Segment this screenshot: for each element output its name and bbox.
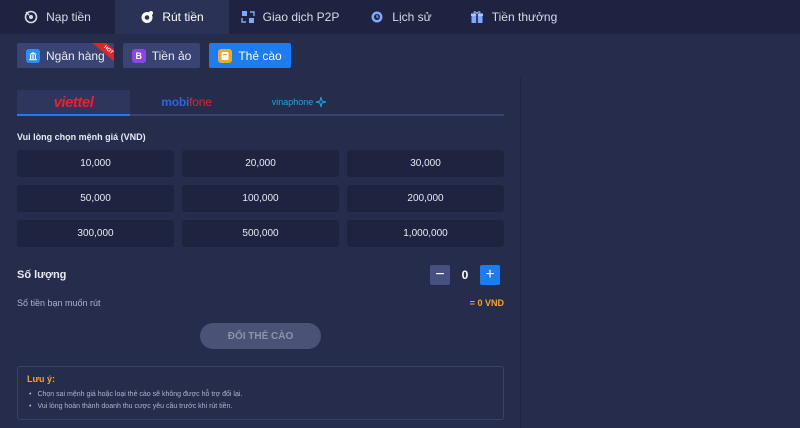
vinaphone-star-icon <box>316 96 327 108</box>
tab-rut-tien[interactable]: Rút tiền <box>115 0 229 34</box>
note-item: Chọn sai mệnh giá hoặc loại thẻ cào sẽ k… <box>27 389 494 401</box>
quantity-stepper: − 0 + <box>430 264 500 286</box>
denomination-option[interactable]: 100,000 <box>182 185 339 212</box>
tab-giao-dich-p2p[interactable]: Giao dịch P2P <box>229 0 351 34</box>
carrier-vinaphone[interactable]: vinaphone <box>243 90 356 114</box>
denomination-option[interactable]: 1,000,000 <box>347 220 504 247</box>
exchange-card-button[interactable]: ĐỔI THẺ CÀO <box>200 323 321 349</box>
denomination-option[interactable]: 10,000 <box>17 150 174 177</box>
vinaphone-logo: vinaphone <box>272 96 328 108</box>
p2p-transfer-icon <box>240 10 255 24</box>
tab-label: Tiền thưởng <box>491 10 558 24</box>
quantity-value[interactable]: 0 <box>452 268 478 282</box>
denomination-option[interactable]: 50,000 <box>17 185 174 212</box>
note-box: Lưu ý: Chọn sai mệnh giá hoặc loại thẻ c… <box>17 366 504 420</box>
increment-button[interactable]: + <box>480 265 500 285</box>
coin-deposit-icon <box>24 10 38 24</box>
denomination-option[interactable]: 30,000 <box>347 150 504 177</box>
side-panel <box>521 78 800 428</box>
coin-withdraw-icon <box>140 10 154 24</box>
note-title: Lưu ý: <box>27 374 56 384</box>
mobifone-logo: mobifone <box>161 95 212 109</box>
note-list: Chọn sai mệnh giá hoặc loại thẻ cào sẽ k… <box>27 389 494 413</box>
tab-label: Giao dịch P2P <box>262 10 340 24</box>
tab-label: Lịch sử <box>392 10 432 24</box>
scratch-card-icon <box>218 48 233 63</box>
quantity-label: Số lượng <box>17 269 67 281</box>
tab-lich-su[interactable]: Lịch sử <box>351 0 451 34</box>
withdraw-method-tabs: Ngân hàng HOT B Tiền ảo Thẻ cào <box>17 43 291 68</box>
subtab-label: Thẻ cào <box>238 48 282 63</box>
tab-nap-tien[interactable]: Nạp tiền <box>0 0 115 34</box>
clock-history-icon <box>370 10 384 24</box>
decrement-button[interactable]: − <box>430 265 450 285</box>
tab-label: Rút tiền <box>162 10 204 24</box>
subtab-the-cao[interactable]: Thẻ cào <box>209 43 291 68</box>
subtab-label: Ngân hàng <box>46 48 105 63</box>
mobifone-logo-part: fone <box>189 95 212 109</box>
carrier-tabs: viettel mobifone vinaphone <box>17 90 504 116</box>
carrier-mobifone[interactable]: mobifone <box>130 90 243 114</box>
bank-icon <box>26 48 40 63</box>
tab-label: Nạp tiền <box>46 10 91 24</box>
top-tab-bar: Nạp tiền Rút tiền Giao dịch P2P Lịch sử … <box>0 0 800 34</box>
viettel-logo: viettel <box>53 93 94 111</box>
denomination-option[interactable]: 20,000 <box>182 150 339 177</box>
withdraw-amount-value: = 0 VND <box>469 298 504 308</box>
tab-tien-thuong[interactable]: Tiền thưởng <box>451 0 576 34</box>
denomination-option[interactable]: 500,000 <box>182 220 339 247</box>
gift-icon <box>470 10 484 24</box>
subtab-tien-ao[interactable]: B Tiền ảo <box>122 43 201 68</box>
bitcoin-icon: B <box>131 48 146 63</box>
mobifone-logo-part: mobi <box>161 95 190 109</box>
subtab-ngan-hang[interactable]: Ngân hàng HOT <box>17 43 114 68</box>
carrier-viettel[interactable]: viettel <box>17 90 130 116</box>
note-item: Vui lòng hoàn thành doanh thu cược yêu c… <box>27 401 494 413</box>
denomination-label: Vui lòng chọn mệnh giá (VND) <box>17 132 146 142</box>
subtab-label: Tiền ảo <box>151 48 192 63</box>
denomination-grid: 10,000 20,000 30,000 50,000 100,000 200,… <box>17 150 504 247</box>
withdraw-amount-label: Số tiền bạn muốn rút <box>17 298 101 308</box>
denomination-option[interactable]: 200,000 <box>347 185 504 212</box>
vinaphone-logo-text: vinaphone <box>271 97 314 107</box>
denomination-option[interactable]: 300,000 <box>17 220 174 247</box>
